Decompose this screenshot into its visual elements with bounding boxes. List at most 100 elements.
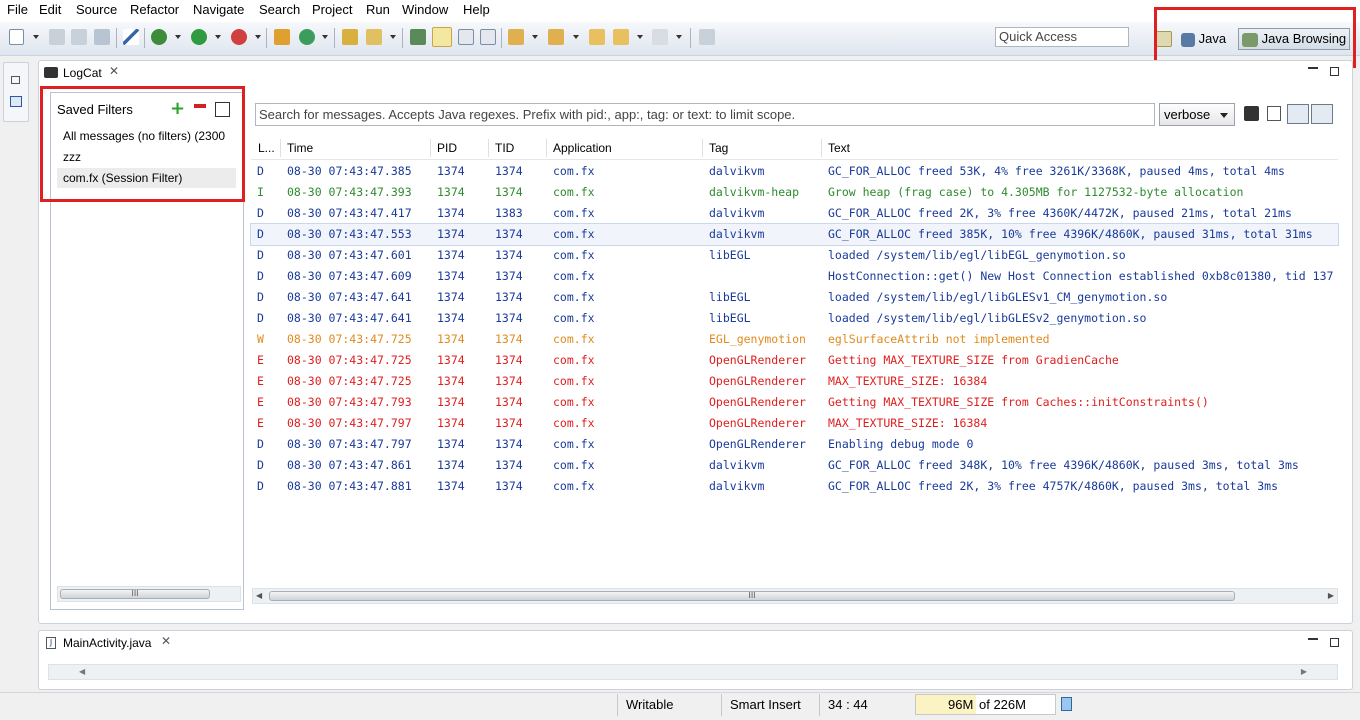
editor-horizontal-scrollbar[interactable]: ◀ ▶ — [48, 664, 1338, 680]
chevron-down-icon[interactable] — [33, 35, 39, 39]
table-row[interactable]: D 08-30 07:43:47.797 1374 1374 com.fx OpenGLR… — [251, 434, 1338, 455]
cell-tag: EGL_genymotion — [709, 332, 806, 346]
menu-window[interactable]: Window — [402, 2, 448, 17]
add-filter-icon[interactable]: + — [170, 98, 185, 119]
save-icon[interactable] — [49, 29, 65, 45]
save-log-icon[interactable] — [1244, 106, 1259, 121]
clear-log-icon[interactable] — [1267, 106, 1281, 121]
cell-text: loaded /system/lib/egl/libGLESv1_CM_geny… — [828, 290, 1168, 304]
table-row[interactable]: D 08-30 07:43:47.417 1374 1383 com.fx dalvikv… — [251, 203, 1338, 224]
column-text[interactable]: Text — [828, 141, 850, 155]
log-level-select[interactable]: verbose — [1159, 103, 1235, 126]
table-row[interactable]: D 08-30 07:43:47.881 1374 1374 com.fx dalvikv… — [251, 476, 1338, 497]
edit-filter-icon[interactable] — [215, 102, 230, 117]
menu-bar: File Edit Source Refactor Navigate Searc… — [0, 0, 1360, 23]
menu-source[interactable]: Source — [76, 2, 117, 17]
minimize-view-icon[interactable] — [1308, 67, 1318, 69]
search-icon[interactable] — [366, 29, 382, 45]
column-tid[interactable]: TID — [495, 141, 514, 155]
filter-item-com-fx[interactable]: com.fx (Session Filter) — [63, 171, 182, 185]
table-row[interactable]: D 08-30 07:43:47.641 1374 1374 com.fx libEGL l… — [251, 308, 1338, 329]
highlight-icon[interactable] — [432, 27, 452, 47]
toggle-filters-panel-icon[interactable] — [1287, 104, 1309, 124]
log-search-input[interactable]: Search for messages. Accepts Java regexe… — [255, 103, 1155, 126]
close-icon[interactable]: ✕ — [161, 634, 171, 648]
table-row[interactable]: D 08-30 07:43:47.641 1374 1374 com.fx libEGL l… — [251, 287, 1338, 308]
open-perspective-icon[interactable] — [1156, 31, 1172, 47]
table-row[interactable]: D 08-30 07:43:47.553 1374 1374 com.fx dalvikv… — [250, 223, 1339, 246]
column-level[interactable]: L... — [258, 141, 275, 155]
table-row[interactable]: D 08-30 07:43:47.609 1374 1374 com.fx HostCon… — [251, 266, 1338, 287]
table-row[interactable]: E 08-30 07:43:47.725 1374 1374 com.fx OpenGLR… — [251, 371, 1338, 392]
skip-breakpoints-icon[interactable] — [123, 29, 139, 45]
cell-tid: 1374 — [495, 290, 523, 304]
scroll-left-icon[interactable]: ◀ — [79, 667, 85, 676]
filter-item-all-messages[interactable]: All messages (no filters) (2300 — [63, 129, 237, 143]
maximize-editor-icon[interactable] — [1330, 638, 1339, 647]
perspective-java-button[interactable]: Java — [1181, 28, 1233, 50]
garbage-collect-icon[interactable] — [1061, 697, 1072, 711]
heap-status[interactable]: 96M of 226M — [915, 694, 1056, 715]
table-row[interactable]: D 08-30 07:43:47.385 1374 1374 com.fx dalvikv… — [251, 161, 1338, 182]
menu-help[interactable]: Help — [463, 2, 490, 17]
new-java-project-icon[interactable] — [274, 29, 290, 45]
perspective-java-browsing-button[interactable]: Java Browsing — [1238, 28, 1350, 50]
new-class-icon[interactable] — [299, 29, 315, 45]
quick-access-input[interactable]: Quick Access — [995, 27, 1129, 47]
column-tag[interactable]: Tag — [709, 141, 728, 155]
close-icon[interactable]: ✕ — [109, 64, 119, 78]
cell-pid: 1374 — [437, 332, 465, 346]
table-row[interactable]: E 08-30 07:43:47.793 1374 1374 com.fx OpenGLR… — [251, 392, 1338, 413]
package-explorer-icon[interactable] — [10, 96, 22, 107]
tab-main-activity[interactable]: J MainActivity.java ✕ — [40, 631, 180, 655]
menu-edit[interactable]: Edit — [39, 2, 61, 17]
filter-item-zzz[interactable]: zzz — [63, 150, 81, 164]
column-pid[interactable]: PID — [437, 141, 457, 155]
debug-icon[interactable] — [151, 29, 167, 45]
toggle-mark-occurrences-icon[interactable] — [410, 29, 426, 45]
menu-navigate[interactable]: Navigate — [193, 2, 244, 17]
menu-project[interactable]: Project — [312, 2, 352, 17]
cell-lv: D — [257, 269, 264, 283]
previous-annotation-icon[interactable] — [548, 29, 564, 45]
remove-filter-icon[interactable] — [194, 104, 206, 108]
back-arrow-icon[interactable] — [613, 29, 629, 45]
menu-refactor[interactable]: Refactor — [130, 2, 179, 17]
table-row[interactable]: D 08-30 07:43:47.861 1374 1374 com.fx dalvikv… — [251, 455, 1338, 476]
print-icon[interactable] — [94, 29, 110, 45]
tab-logcat[interactable]: LogCat ✕ — [40, 61, 128, 85]
maximize-view-icon[interactable] — [1330, 67, 1339, 76]
cell-time: 08-30 07:43:47.725 — [287, 353, 412, 367]
forward-arrow-icon[interactable] — [652, 29, 668, 45]
filters-horizontal-scrollbar[interactable]: III — [57, 586, 241, 602]
log-horizontal-scrollbar[interactable]: ◀ III ▶ — [252, 588, 1338, 604]
new-file-icon[interactable] — [9, 29, 24, 45]
scroll-left-icon[interactable]: ◀ — [256, 591, 262, 600]
cell-time: 08-30 07:43:47.417 — [287, 206, 412, 220]
restore-icon[interactable] — [11, 76, 20, 84]
last-edit-location-icon[interactable] — [589, 29, 605, 45]
table-row[interactable]: E 08-30 07:43:47.797 1374 1374 com.fx OpenGLR… — [251, 413, 1338, 434]
table-row[interactable]: D 08-30 07:43:47.601 1374 1374 com.fx libEGL l… — [251, 245, 1338, 266]
menu-run[interactable]: Run — [366, 2, 390, 17]
column-application[interactable]: Application — [553, 141, 612, 155]
table-row[interactable]: W 08-30 07:43:47.725 1374 1374 com.fx EGL_gen… — [251, 329, 1338, 350]
external-tools-icon[interactable] — [231, 29, 247, 45]
scroll-lock-icon[interactable] — [1311, 104, 1333, 124]
pin-editor-icon[interactable] — [699, 29, 715, 45]
run-icon[interactable] — [191, 29, 207, 45]
scroll-right-icon[interactable]: ▶ — [1328, 591, 1334, 600]
open-type-icon[interactable] — [342, 29, 358, 45]
cell-tid: 1374 — [495, 395, 523, 409]
table-row[interactable]: E 08-30 07:43:47.725 1374 1374 com.fx OpenGLR… — [251, 350, 1338, 371]
column-time[interactable]: Time — [287, 141, 313, 155]
next-annotation-icon[interactable] — [508, 29, 524, 45]
menu-search[interactable]: Search — [259, 2, 300, 17]
show-whitespace-icon[interactable] — [480, 29, 496, 45]
menu-file[interactable]: File — [7, 2, 28, 17]
block-selection-icon[interactable] — [458, 29, 474, 45]
table-row[interactable]: I 08-30 07:43:47.393 1374 1374 com.fx dalvikv… — [251, 182, 1338, 203]
save-all-icon[interactable] — [71, 29, 87, 45]
scroll-right-icon[interactable]: ▶ — [1301, 667, 1307, 676]
minimize-editor-icon[interactable] — [1308, 638, 1318, 640]
